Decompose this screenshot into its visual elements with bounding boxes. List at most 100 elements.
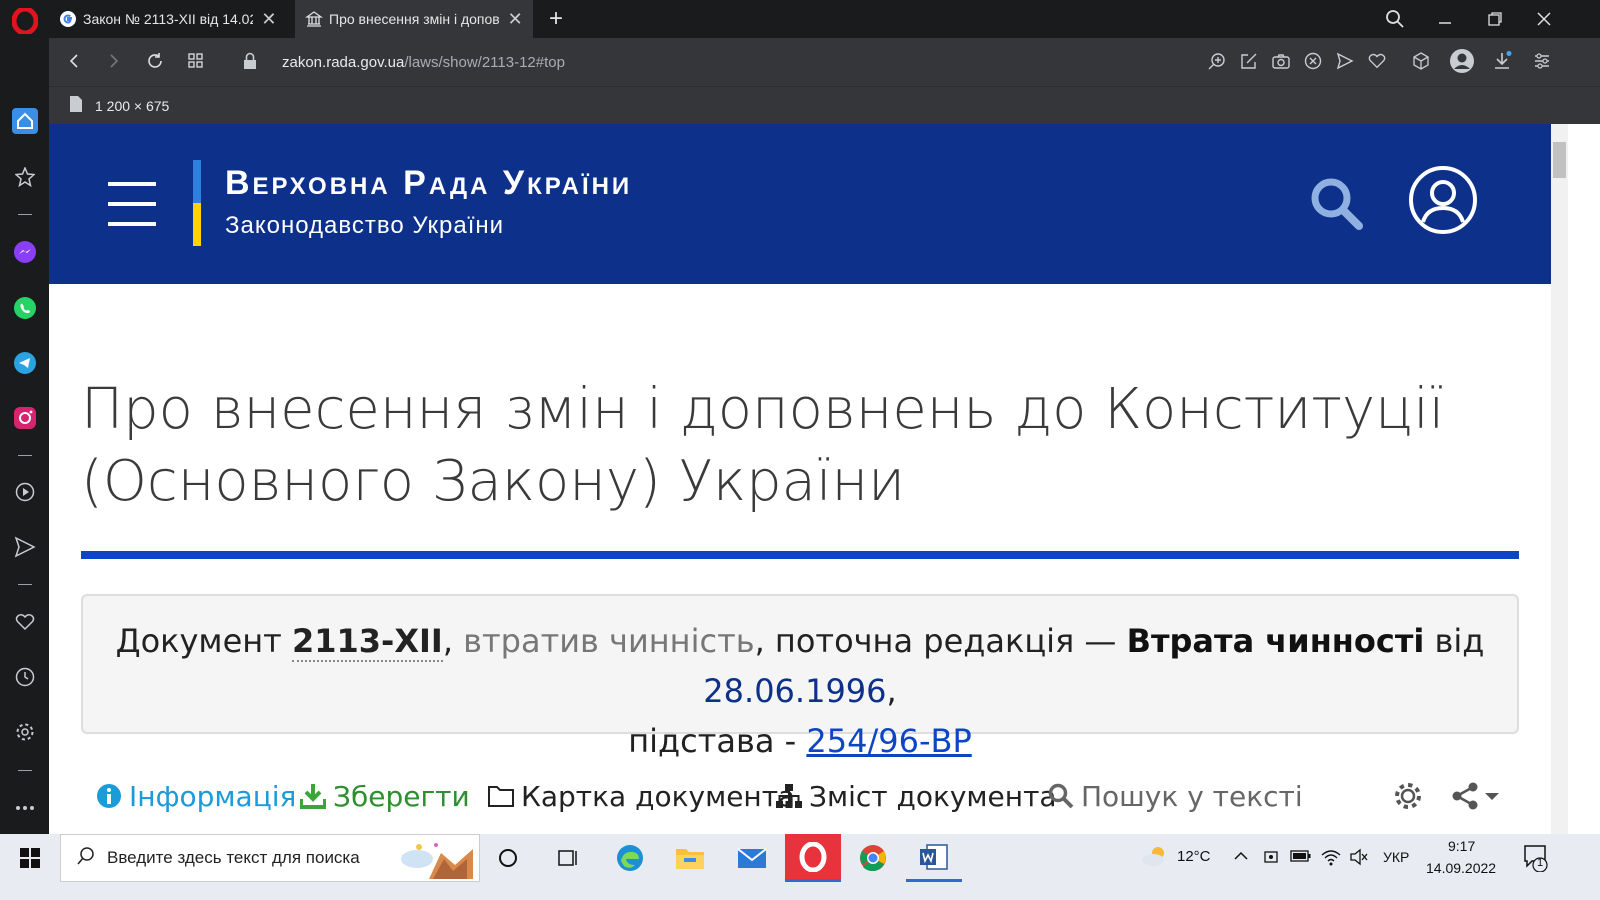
opera-logo-icon[interactable] [12,8,38,34]
meet-now-icon[interactable] [1263,848,1279,870]
from-label: від [1434,622,1485,660]
settings-icon[interactable] [1393,774,1423,818]
wifi-icon[interactable] [1321,848,1341,870]
back-icon[interactable] [63,50,85,72]
minimize-icon[interactable] [1434,8,1456,30]
zoom-icon[interactable] [1206,50,1228,72]
page-scrollbar[interactable] [1551,124,1568,834]
new-tab-button[interactable]: + [539,0,579,38]
scrollbar-thumb[interactable] [1553,142,1566,178]
edge-icon[interactable] [602,834,658,882]
heart-bookmark-icon[interactable] [1366,50,1388,72]
desktop: Закон № 2113-XII від 14.02.1996 ✕ Про вн… [0,0,1600,900]
search-icon[interactable] [1309,176,1363,230]
rada-building-icon [305,10,323,28]
search-highlight-icon [389,837,475,886]
tray-chevron-up-icon[interactable] [1233,848,1249,868]
share-icon[interactable] [1451,774,1501,818]
tab-zakon[interactable]: Закон № 2113-XII від 14.02.1996 ✕ [49,0,287,38]
lock-icon[interactable] [239,50,261,72]
status-prefix: Документ [115,622,282,660]
share-edit-icon[interactable] [1238,50,1260,72]
home-icon[interactable] [12,108,38,134]
speed-dial-star-icon[interactable] [12,164,38,190]
tabs-grid-icon[interactable] [185,50,207,72]
opera-taskbar-icon[interactable] [785,834,841,882]
search-in-text-label: Пошук у тексті [1081,779,1303,813]
settings-gear-icon[interactable] [12,719,38,745]
chrome-icon[interactable] [845,834,901,882]
tab-search-icon[interactable] [1384,8,1406,30]
easy-setup-icon[interactable] [1531,50,1553,72]
info-tab[interactable]: Інформація [95,774,296,818]
opera-sidebar [0,0,49,850]
windows-taskbar: Введите здесь текст для поиска 12°C УКР … [0,834,1600,900]
forward-icon[interactable] [103,50,125,72]
player-icon[interactable] [12,479,38,505]
tab-title: Закон № 2113-XII від 14.02.1996 [83,11,253,27]
tab-title: Про внесення змін і доповнень [329,11,500,27]
flow-send-icon[interactable] [1334,50,1356,72]
contents-label: Зміст документа [809,779,1057,813]
hamburger-menu-icon[interactable] [108,180,156,228]
clock-time[interactable]: 9:17 [1448,838,1475,854]
extensions-cube-icon[interactable] [1410,50,1432,72]
document-number[interactable]: 2113-XII [291,622,443,662]
tab-close-icon[interactable]: ✕ [261,10,277,28]
address-bar[interactable]: zakon.rada.gov.ua /laws/show/2113-12#top [282,50,1182,74]
tab-close-icon[interactable]: ✕ [508,10,523,28]
site-title[interactable]: Верховна Рада України [225,164,632,203]
info-icon [95,782,123,810]
word-icon[interactable] [906,834,962,882]
keyboard-language[interactable]: УКР [1383,849,1409,865]
whatsapp-icon[interactable] [12,295,38,321]
document-status-box: Документ 2113-XII, втратив чинність, пот… [81,594,1519,760]
google-icon [59,10,77,28]
file-explorer-icon[interactable] [662,834,718,882]
status-middle: , поточна редакція — [754,622,1117,660]
volume-muted-icon[interactable] [1349,848,1369,870]
user-account-icon[interactable] [1407,164,1479,236]
task-view-circle-icon[interactable] [480,834,536,882]
save-tab[interactable]: Зберегти [299,774,470,818]
weather-icon[interactable] [1140,844,1170,872]
task-view-icon[interactable] [540,834,596,882]
basis-label: підстава - [628,722,797,760]
battery-icon[interactable] [1290,848,1312,868]
sidebar-divider [18,770,32,771]
taskbar-search-input[interactable]: Введите здесь текст для поиска [60,834,480,882]
document-title: Про внесення змін і доповнень до Констит… [81,377,1445,514]
document-nav: Інформація Зберегти Картка документа Змі… [81,774,1521,818]
image-dimensions: 1 200 × 675 [95,97,170,114]
search-placeholder: Введите здесь текст для поиска [107,848,360,867]
heart-icon[interactable] [12,609,38,635]
mail-icon[interactable] [724,834,780,882]
status-lost: втратив чинність [463,622,755,660]
basis-link[interactable]: 254/96-ВР [806,722,971,760]
download-icon[interactable] [1491,50,1513,72]
search-in-text-tab[interactable]: Пошук у тексті [1047,774,1303,818]
more-dots-icon[interactable] [12,795,38,821]
site-subtitle[interactable]: Законодавство України [225,212,504,240]
contents-tab[interactable]: Зміст документа [775,774,1057,818]
restore-icon[interactable] [1484,8,1506,30]
instagram-icon[interactable] [12,405,38,431]
notifications-icon[interactable]: 1 [1523,844,1549,876]
profile-avatar-icon[interactable] [1449,48,1475,74]
title-divider [81,551,1519,559]
telegram-icon[interactable] [12,350,38,376]
tab-active[interactable]: Про внесення змін і доповнень ✕ [295,0,533,38]
windows-start-icon[interactable] [0,834,60,882]
camera-icon[interactable] [1270,50,1292,72]
history-clock-icon[interactable] [12,664,38,690]
close-window-icon[interactable] [1533,8,1555,30]
site-header: Верховна Рада України Законодавство Укра… [49,124,1551,284]
clock-date[interactable]: 14.09.2022 [1426,860,1496,876]
messenger-icon[interactable] [12,239,38,265]
reload-icon[interactable] [144,50,166,72]
adblock-icon[interactable] [1302,50,1324,72]
image-info-bar: 1 200 × 675 [49,86,1600,124]
send-icon[interactable] [12,534,38,560]
card-tab[interactable]: Картка документа [487,774,795,818]
temperature[interactable]: 12°C [1177,848,1211,865]
